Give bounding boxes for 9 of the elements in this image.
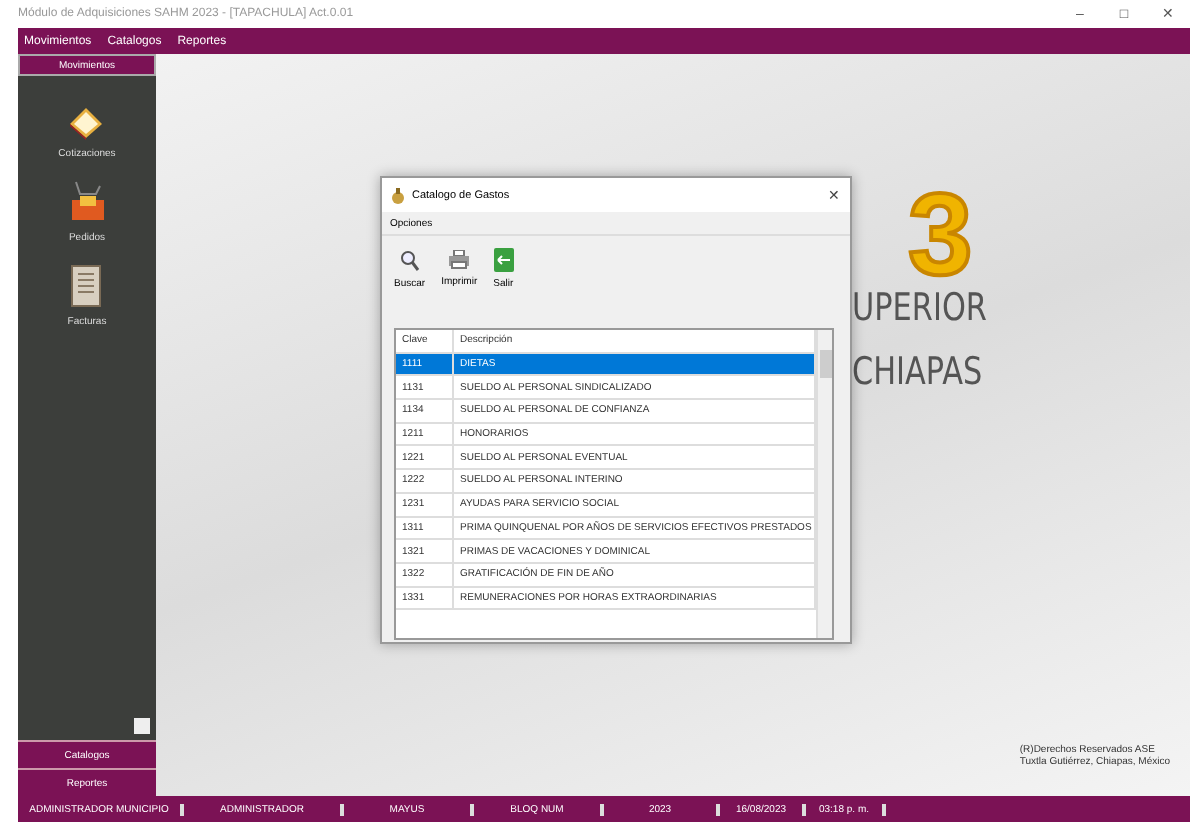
bag-icon bbox=[392, 187, 404, 203]
printer-icon bbox=[448, 250, 471, 270]
book-icon bbox=[70, 264, 103, 308]
search-icon bbox=[399, 249, 420, 271]
background-text: CHIAPAS bbox=[852, 350, 983, 394]
exit-icon bbox=[493, 248, 514, 272]
scrollbar[interactable] bbox=[816, 330, 832, 638]
clipboard-icon bbox=[68, 104, 105, 140]
cart-icon bbox=[67, 180, 107, 224]
